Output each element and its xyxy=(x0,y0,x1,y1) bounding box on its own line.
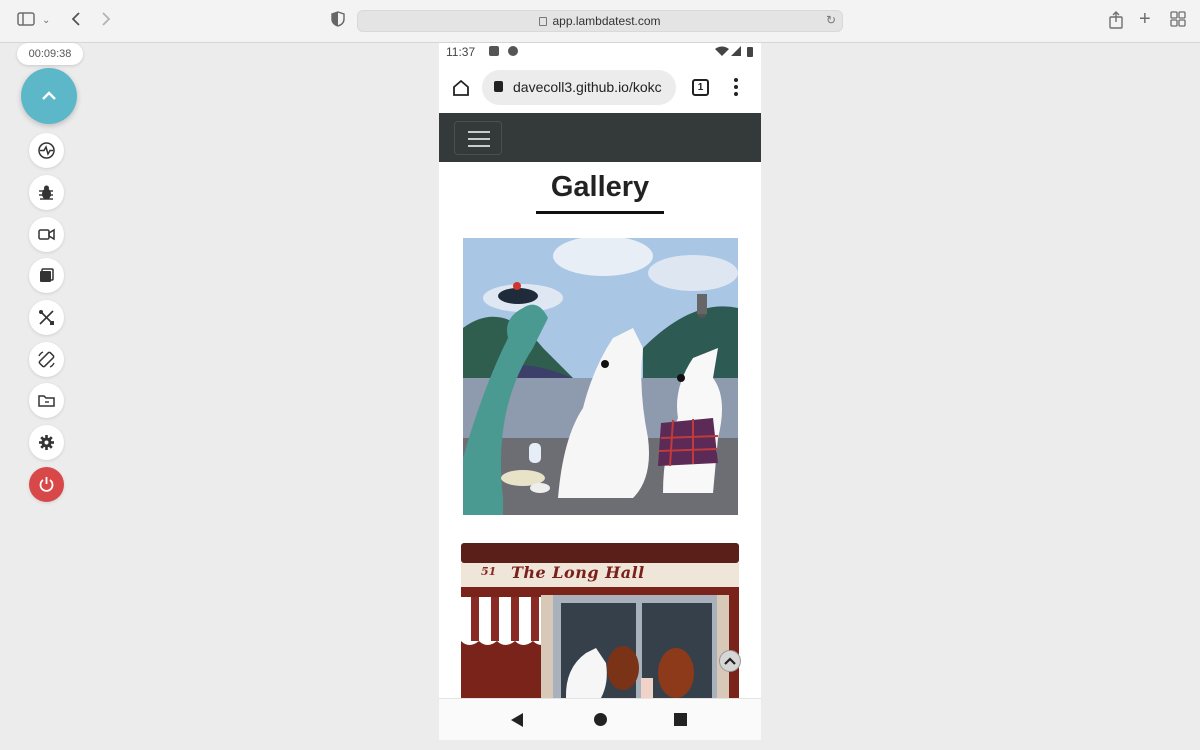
chrome-url-text: davecoll3.github.io/kokc xyxy=(513,79,662,95)
file-manager-button[interactable] xyxy=(29,383,64,418)
more-menu-icon[interactable] xyxy=(734,78,738,99)
settings-button[interactable] xyxy=(29,425,64,460)
chevron-up-icon xyxy=(42,91,56,100)
session-timer: 00:09:38 xyxy=(17,43,83,65)
video-icon xyxy=(38,228,55,241)
address-text: app.lambdatest.com xyxy=(552,14,661,28)
gallery-icon xyxy=(40,268,54,282)
home-circle-icon[interactable] xyxy=(594,713,607,726)
chevron-up-icon xyxy=(724,657,736,665)
gear-icon xyxy=(39,435,54,450)
end-session-button[interactable] xyxy=(29,467,64,502)
hamburger-menu-button[interactable] xyxy=(454,121,502,155)
sidebar-icon[interactable] xyxy=(17,11,35,33)
back-triangle-icon[interactable] xyxy=(511,713,523,727)
folder-icon xyxy=(38,395,55,407)
device-screen[interactable]: 11:37 davecoll3.github.io/kokc 1 Gallery xyxy=(439,43,761,740)
new-tab-icon[interactable]: + xyxy=(1139,9,1151,29)
rotate-icon xyxy=(38,351,55,368)
loch-painting xyxy=(463,238,738,515)
bug-icon xyxy=(39,185,53,200)
site-navbar xyxy=(439,113,761,162)
tab-overview-icon[interactable] xyxy=(1170,11,1186,33)
android-nav-bar xyxy=(439,698,761,740)
reload-icon[interactable]: ↻ xyxy=(826,13,836,27)
signal-battery-icon xyxy=(715,46,753,57)
scroll-to-top-button[interactable] xyxy=(719,650,741,672)
lock-icon xyxy=(494,81,503,92)
recents-square-icon[interactable] xyxy=(674,713,687,726)
share-icon[interactable] xyxy=(1108,11,1124,35)
lock-icon xyxy=(539,17,548,26)
gallery-image-pub[interactable]: 51 The Long Hall xyxy=(461,543,747,698)
shield-icon[interactable] xyxy=(331,11,345,33)
forward-icon[interactable] xyxy=(100,11,112,33)
status-time: 11:37 xyxy=(446,45,476,59)
app-notification-icon xyxy=(508,46,518,56)
home-icon[interactable] xyxy=(451,78,471,98)
notification-icon xyxy=(489,46,499,56)
chrome-toolbar: davecoll3.github.io/kokc 1 xyxy=(439,65,761,113)
pub-sign-text: The Long Hall xyxy=(511,563,645,582)
screenshot-gallery-button[interactable] xyxy=(29,258,64,293)
power-icon xyxy=(39,477,54,492)
dev-tools-button[interactable] xyxy=(29,300,64,335)
tab-switcher-button[interactable]: 1 xyxy=(692,79,709,96)
record-video-button[interactable] xyxy=(29,217,64,252)
device-switch-icon xyxy=(38,142,55,159)
chevron-down-icon[interactable]: ⌄ xyxy=(42,11,50,31)
tools-icon xyxy=(39,310,54,325)
report-bug-button[interactable] xyxy=(29,175,64,210)
title-underline xyxy=(536,211,664,214)
address-bar[interactable]: app.lambdatest.com ↻ xyxy=(357,10,843,32)
status-bar: 11:37 xyxy=(439,43,761,61)
browser-toolbar: ⌄ app.lambdatest.com ↻ + xyxy=(0,0,1200,43)
rotate-button[interactable] xyxy=(29,342,64,377)
collapse-toolbar-button[interactable] xyxy=(21,68,77,124)
back-icon[interactable] xyxy=(70,11,82,33)
chrome-address-bar[interactable]: davecoll3.github.io/kokc xyxy=(482,70,676,105)
gallery-image-loch[interactable] xyxy=(463,238,738,515)
page-title: Gallery xyxy=(550,171,650,203)
pub-sign-number: 51 xyxy=(481,565,497,578)
switch-device-button[interactable] xyxy=(29,133,64,168)
